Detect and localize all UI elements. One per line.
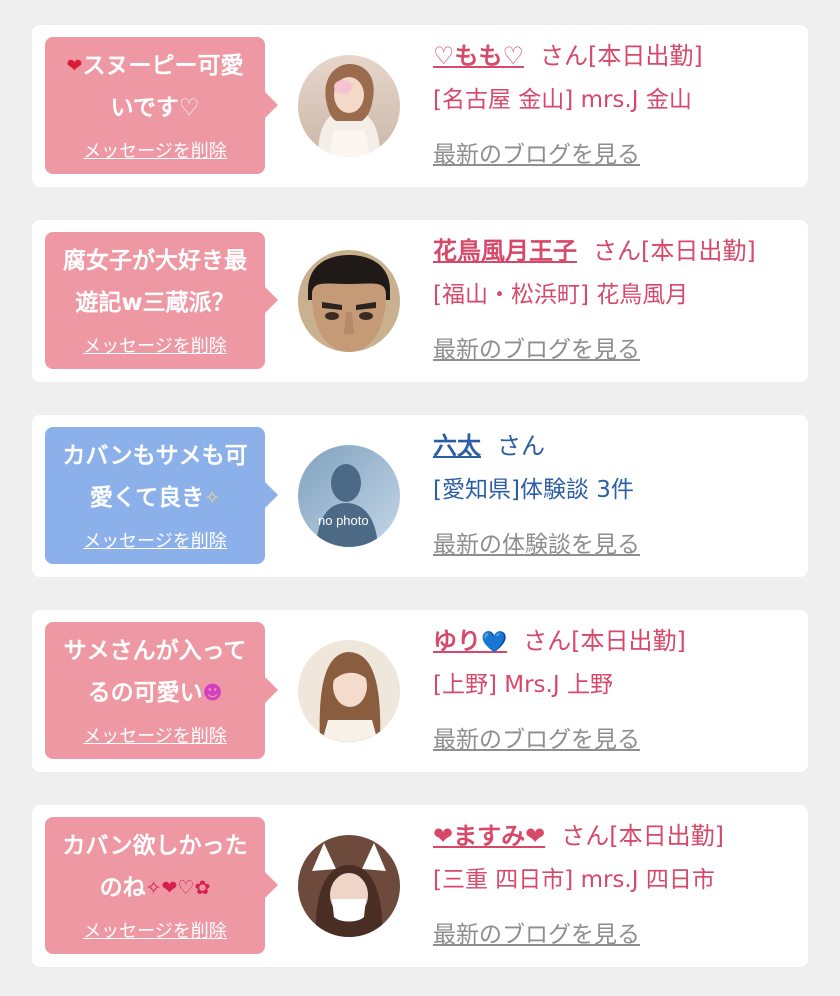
message-bubble: 腐女子が大好き最 遊記w三蔵派？ メッセージを削除	[45, 232, 278, 369]
status-badge: [本日出勤]	[609, 822, 724, 850]
message-card: サメさんが入って るの可愛い☻ メッセージを削除 ゆり💙 さん[本日出勤] [上野…	[32, 610, 808, 772]
status-badge: [本日出勤]	[641, 237, 756, 265]
latest-blog-link[interactable]: 最新のブログを見る	[433, 918, 640, 952]
review-info: [愛知県]体験談 3件	[433, 477, 634, 503]
store-info: [名古屋 金山] mrs.J 金山	[433, 87, 692, 113]
delete-message-link[interactable]: メッセージを削除	[45, 332, 265, 358]
latest-blog-link[interactable]: 最新のブログを見る	[433, 333, 640, 367]
message-text: 腐女子が大好き最 遊記w三蔵派？	[63, 248, 247, 316]
heart-icon: ❤	[66, 55, 83, 77]
user-name-line: 六太 さん	[433, 429, 545, 463]
user-name-line: ゆり💙 さん[本日出勤]	[433, 624, 686, 659]
message-card: カバン欲しかった のね✧❤♡✿ メッセージを削除 ❤ますみ❤ さん[本日出勤] […	[32, 805, 808, 967]
message-bubble: カバン欲しかった のね✧❤♡✿ メッセージを削除	[45, 817, 278, 954]
user-name-line: ❤ますみ❤ さん[本日出勤]	[433, 819, 724, 853]
delete-message-link[interactable]: メッセージを削除	[45, 527, 265, 553]
delete-message-link[interactable]: メッセージを削除	[45, 137, 265, 163]
user-name-link[interactable]: ♡もも♡	[433, 42, 524, 70]
user-name-line: 花鳥風月王子 さん[本日出勤]	[433, 234, 756, 268]
avatar[interactable]	[298, 55, 400, 157]
honorific-label: さん	[540, 42, 589, 70]
message-card: カバンもサメも可 愛くて良き✧ メッセージを削除 no photo 六太 さん […	[32, 415, 808, 577]
emoji-icons: ✧❤♡✿	[145, 877, 211, 899]
user-name-link[interactable]: ゆり💙	[433, 627, 507, 655]
store-info: [上野] Mrs.J 上野	[433, 672, 613, 698]
status-badge: [本日出勤]	[588, 42, 703, 70]
message-bubble: ❤スヌーピー可愛 いです♡ メッセージを削除	[45, 37, 278, 174]
smile-icon: ☻	[202, 682, 223, 704]
message-bubble: サメさんが入って るの可愛い☻ メッセージを削除	[45, 622, 278, 759]
avatar[interactable]	[298, 835, 400, 937]
message-text: サメさんが入って るの可愛い☻	[63, 638, 247, 706]
user-name-line: ♡もも♡ さん[本日出勤]	[433, 39, 703, 73]
message-text: カバン欲しかった のね✧❤♡✿	[62, 833, 248, 901]
honorific-label: さん	[593, 237, 641, 265]
sparkle-icon: ✧	[204, 487, 221, 509]
message-text: ❤スヌーピー可愛 いです♡	[66, 53, 244, 121]
delete-message-link[interactable]: メッセージを削除	[45, 917, 265, 943]
status-badge: [本日出勤]	[571, 627, 686, 655]
honorific-label: さん	[523, 627, 572, 655]
message-bubble: カバンもサメも可 愛くて良き✧ メッセージを削除	[45, 427, 278, 564]
message-card: 腐女子が大好き最 遊記w三蔵派？ メッセージを削除 花鳥風月王子 さん[本日出勤]…	[32, 220, 808, 382]
delete-message-link[interactable]: メッセージを削除	[45, 722, 265, 748]
message-text: カバンもサメも可 愛くて良き✧	[62, 443, 248, 511]
message-card: ❤スヌーピー可愛 いです♡ メッセージを削除 ♡もも♡ さん[本日出勤] [名古…	[32, 25, 808, 187]
latest-blog-link[interactable]: 最新のブログを見る	[433, 138, 640, 172]
user-name-link[interactable]: 六太	[433, 432, 481, 460]
avatar[interactable]	[298, 640, 400, 742]
avatar[interactable]	[298, 250, 400, 352]
user-name-link[interactable]: ❤ますみ❤	[433, 822, 545, 850]
user-name-link[interactable]: 花鳥風月王子	[433, 237, 577, 265]
message-list: ❤スヌーピー可愛 いです♡ メッセージを削除 ♡もも♡ さん[本日出勤] [名古…	[0, 0, 840, 996]
honorific-label: さん	[497, 432, 545, 460]
store-info: [福山・松浜町] 花鳥風月	[433, 282, 689, 308]
store-info: [三重 四日市] mrs.J 四日市	[433, 867, 715, 893]
latest-review-link[interactable]: 最新の体験談を見る	[433, 528, 640, 562]
avatar[interactable]: no photo	[298, 445, 400, 547]
blue-heart-icon: 💙	[481, 630, 508, 654]
honorific-label: さん	[561, 822, 610, 850]
latest-blog-link[interactable]: 最新のブログを見る	[433, 723, 640, 757]
no-photo-label: no photo	[318, 513, 369, 528]
